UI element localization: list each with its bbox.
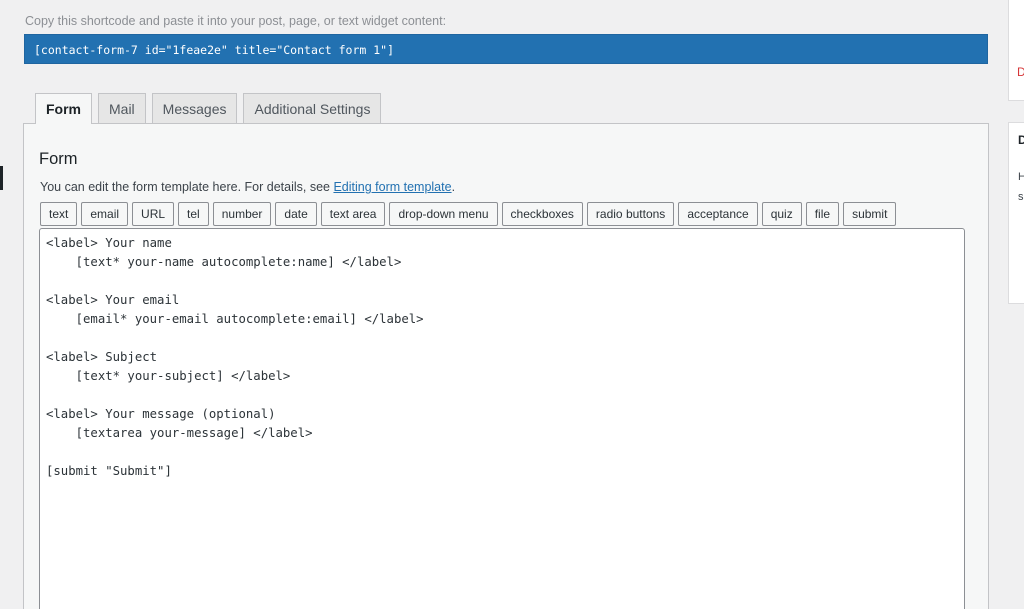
admin-menu-edge (0, 0, 3, 609)
settings-tabs: Form Mail Messages Additional Settings (35, 93, 382, 124)
tag-button-url[interactable]: URL (132, 202, 175, 226)
admin-menu-edge-marker (0, 166, 3, 190)
tag-button-radio[interactable]: radio buttons (586, 202, 675, 226)
delete-link[interactable]: D (1017, 65, 1024, 79)
form-template-content[interactable]: <label> Your name [text* your-name autoc… (40, 229, 964, 481)
sidebar-box-actions: D (1008, 0, 1024, 101)
editing-form-template-link[interactable]: Editing form template (333, 180, 451, 194)
tag-button-date[interactable]: date (275, 202, 317, 226)
tag-button-text[interactable]: text (40, 202, 78, 226)
sidebar-box-info: D H s (1008, 122, 1024, 304)
tab-mail[interactable]: Mail (98, 93, 146, 123)
sidebar-box-text-2: s (1018, 191, 1024, 203)
tag-button-quiz[interactable]: quiz (761, 202, 802, 226)
sidebar-box-text: H (1018, 171, 1024, 183)
panel-description: You can edit the form template here. For… (40, 180, 455, 194)
tag-button-textarea[interactable]: text area (320, 202, 386, 226)
tag-button-file[interactable]: file (805, 202, 840, 226)
shortcode-hint: Copy this shortcode and paste it into yo… (25, 14, 447, 28)
tab-messages[interactable]: Messages (151, 93, 238, 123)
sidebar-box-title: D (1018, 133, 1024, 147)
tab-form[interactable]: Form (35, 93, 92, 124)
tab-additional-settings[interactable]: Additional Settings (243, 93, 382, 123)
form-template-editor[interactable]: <label> Your name [text* your-name autoc… (39, 228, 965, 609)
shortcode-field[interactable]: [contact-form-7 id="1feae2e" title="Cont… (24, 34, 988, 64)
tag-button-dropdown[interactable]: drop-down menu (389, 202, 498, 226)
panel-description-suffix: . (451, 180, 456, 194)
tag-button-tel[interactable]: tel (178, 202, 209, 226)
tag-button-checkboxes[interactable]: checkboxes (501, 202, 583, 226)
tag-generator-buttons: text email URL tel number date text area… (40, 202, 897, 226)
tag-button-submit[interactable]: submit (843, 202, 897, 226)
panel-title: Form (39, 150, 78, 168)
tag-button-email[interactable]: email (81, 202, 129, 226)
tag-button-number[interactable]: number (212, 202, 272, 226)
form-panel: Form You can edit the form template here… (23, 123, 989, 609)
panel-description-text: You can edit the form template here. For… (40, 180, 334, 194)
tag-button-acceptance[interactable]: acceptance (678, 202, 758, 226)
